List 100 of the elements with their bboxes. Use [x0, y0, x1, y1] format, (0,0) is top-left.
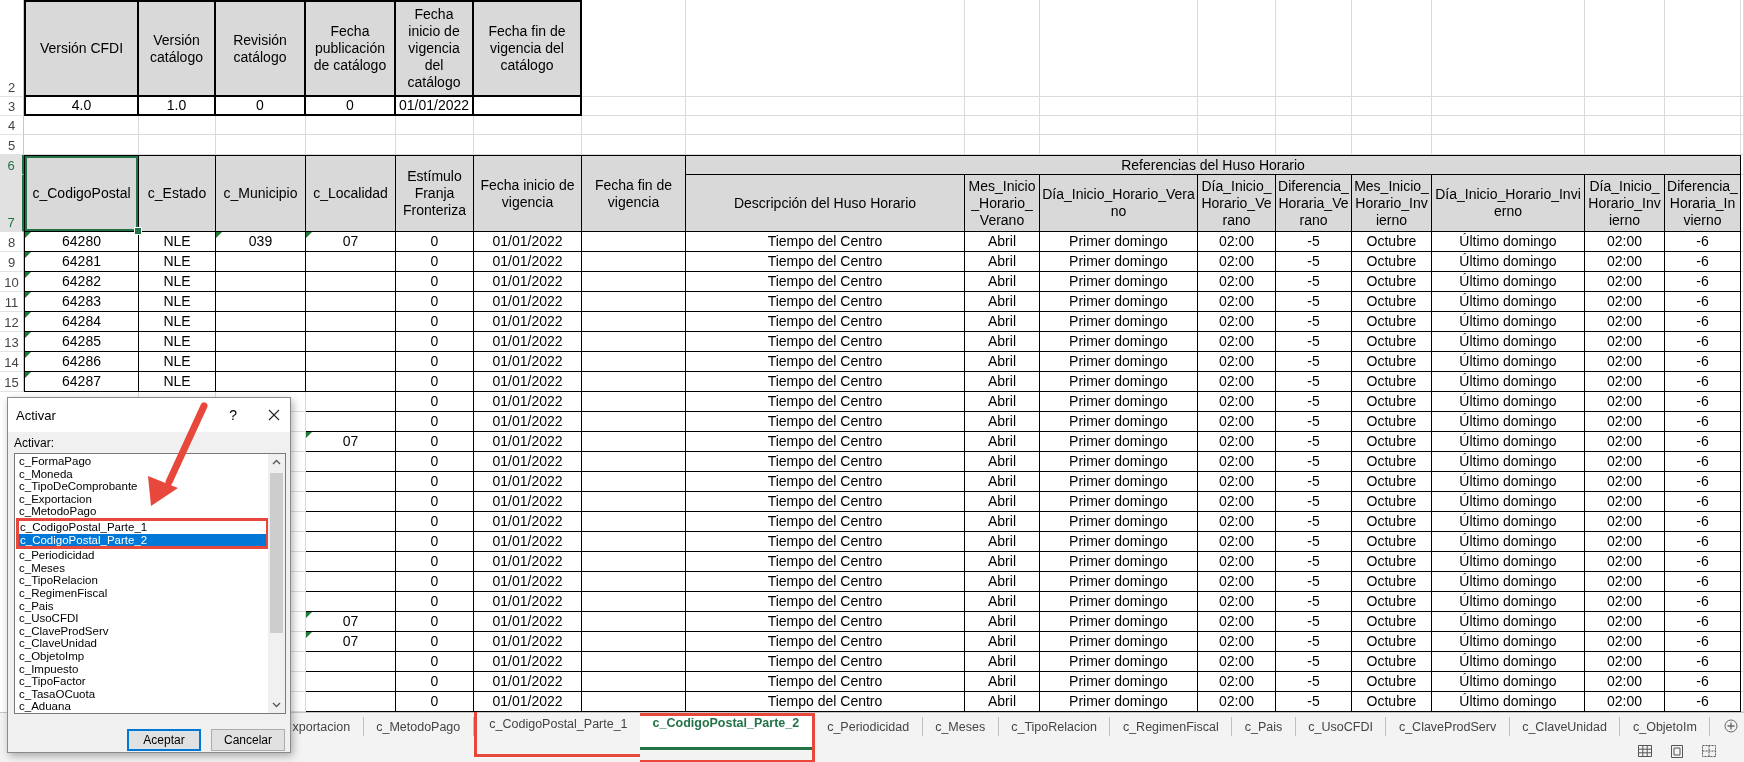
table-cell: -5	[1276, 452, 1352, 472]
add-sheet-icon[interactable]	[1724, 719, 1738, 733]
table-cell: 02:00	[1585, 592, 1665, 612]
help-button[interactable]: ?	[226, 407, 240, 423]
row-header[interactable]: 2	[0, 0, 24, 97]
list-item[interactable]: c_FormaPago	[16, 455, 269, 468]
table-cell: 0	[396, 612, 474, 632]
table-cell: 02:00	[1198, 672, 1276, 692]
sheet-tab[interactable]: c_Periodicidad	[814, 717, 923, 736]
row-header[interactable]: 9	[0, 252, 24, 272]
list-item[interactable]: c_TipoDeComprobante	[16, 480, 269, 493]
list-item[interactable]: c_ObjetoImp	[16, 649, 269, 663]
list-item[interactable]: c_Pais	[16, 599, 269, 613]
sheet-tab[interactable]: c_RegimenFiscal	[1110, 717, 1233, 736]
table-cell: Abril	[965, 332, 1040, 352]
table-cell: Octubre	[1352, 292, 1432, 312]
table-cell: 0	[396, 492, 474, 512]
table-cell: Abril	[965, 532, 1040, 552]
list-item[interactable]: c_TipoRelacion	[16, 574, 269, 587]
table-cell: Abril	[965, 692, 1040, 712]
table-cell: Tiempo del Centro	[686, 492, 965, 512]
table-cell: -5	[1276, 572, 1352, 592]
table-cell: 02:00	[1585, 612, 1665, 632]
list-item[interactable]: c_ClaveUnidad	[16, 637, 269, 650]
row-header[interactable]: 14	[0, 352, 24, 372]
list-item[interactable]: c_ClaveProdServ	[16, 624, 269, 638]
table-cell: Tiempo del Centro	[686, 692, 965, 712]
sheet-tab[interactable]: c_Pais	[1232, 717, 1296, 736]
list-item[interactable]: c_MetodoPago	[16, 505, 269, 518]
list-item[interactable]: c_Moneda	[16, 467, 269, 481]
sheet-tab[interactable]: c_CodigoPostal_Parte_2	[640, 713, 815, 762]
table-cell: 01/01/2022	[474, 572, 582, 592]
page-layout-icon[interactable]	[1671, 744, 1683, 758]
sheet-tab[interactable]: c_MetodoPago	[363, 717, 474, 736]
table-cell: Último domingo	[1432, 392, 1585, 412]
table-cell: 01/01/2022	[474, 452, 582, 472]
sheet-tab[interactable]: c_ObjetoIm	[1620, 717, 1711, 736]
normal-view-icon[interactable]	[1638, 745, 1652, 757]
table-cell: 0	[396, 452, 474, 472]
list-item[interactable]: c_UsoCFDI	[16, 612, 269, 625]
row-header[interactable]: 8	[0, 232, 24, 252]
table-cell: Primer domingo	[1040, 532, 1198, 552]
row-header[interactable]: 15	[0, 372, 24, 392]
row-header[interactable]: 4	[0, 116, 24, 135]
row-header[interactable]: 5	[0, 135, 24, 155]
table-cell: Tiempo del Centro	[686, 412, 965, 432]
list-item[interactable]: c_Impuesto	[16, 662, 269, 676]
table-cell: NLE	[139, 312, 216, 332]
sheet-tab[interactable]: c_TipoRelacion	[998, 717, 1111, 736]
table-cell: -5	[1276, 432, 1352, 452]
table-cell: Octubre	[1352, 632, 1432, 652]
fill-handle[interactable]	[134, 227, 142, 235]
row-header[interactable]: 12	[0, 312, 24, 332]
table-cell: 02:00	[1198, 272, 1276, 292]
row-header[interactable]: 11	[0, 292, 24, 312]
column-header: c_CodigoPostal	[24, 155, 139, 232]
table-cell: Primer domingo	[1040, 392, 1198, 412]
error-indicator-icon	[25, 372, 31, 378]
row-header[interactable]: 10	[0, 272, 24, 292]
list-item[interactable]: c_Aduana	[16, 700, 269, 713]
table-cell: 01/01/2022	[474, 592, 582, 612]
row-header[interactable]: 6	[0, 155, 24, 175]
row-header[interactable]: 13	[0, 332, 24, 352]
row-header[interactable]: 3	[0, 97, 24, 116]
table-cell: Octubre	[1352, 552, 1432, 572]
list-item[interactable]: c_Exportacion	[16, 492, 269, 506]
list-item[interactable]: c_RegimenFiscal	[16, 586, 269, 600]
scrollbar[interactable]	[268, 454, 285, 713]
list-item[interactable]: c_CodigoPostal_Parte_2	[16, 533, 269, 550]
dialog-button[interactable]: Cancelar	[211, 729, 285, 751]
table-cell: 02:00	[1198, 472, 1276, 492]
table-cell: Octubre	[1352, 692, 1432, 712]
scroll-thumb[interactable]	[270, 473, 283, 633]
table-cell: 02:00	[1585, 512, 1665, 532]
table-cell: -5	[1276, 332, 1352, 352]
table-cell: -6	[1665, 652, 1741, 672]
sheet-list[interactable]	[14, 453, 286, 714]
sheet-tab[interactable]: c_Meses	[922, 717, 999, 736]
dialog-button[interactable]: Aceptar	[127, 729, 201, 751]
table-cell: -5	[1276, 472, 1352, 492]
table-cell: Abril	[965, 412, 1040, 432]
page-break-preview-icon[interactable]	[1702, 745, 1716, 757]
scroll-up-icon[interactable]	[272, 459, 281, 465]
row-header[interactable]: 7	[0, 175, 24, 232]
list-item[interactable]: c_Periodicidad	[16, 549, 269, 562]
table-cell: 02:00	[1198, 332, 1276, 352]
table-cell: -5	[1276, 252, 1352, 272]
list-item[interactable]: c_TipoFactor	[16, 675, 269, 688]
table-cell: 02:00	[1585, 452, 1665, 472]
scroll-down-icon[interactable]	[272, 702, 281, 708]
table-cell: Abril	[965, 372, 1040, 392]
table-cell: 0	[396, 412, 474, 432]
close-icon[interactable]	[268, 409, 280, 421]
sheet-tab[interactable]: c_UsoCFDI	[1295, 717, 1387, 736]
sheet-tab[interactable]: c_ClaveProdServ	[1386, 717, 1510, 736]
list-item[interactable]: c_TasaOCuota	[16, 687, 269, 701]
sheet-tab[interactable]: c_ClaveUnidad	[1509, 717, 1621, 736]
table-cell: Primer domingo	[1040, 332, 1198, 352]
table-cell: Octubre	[1352, 392, 1432, 412]
list-item[interactable]: c_Meses	[16, 561, 269, 575]
